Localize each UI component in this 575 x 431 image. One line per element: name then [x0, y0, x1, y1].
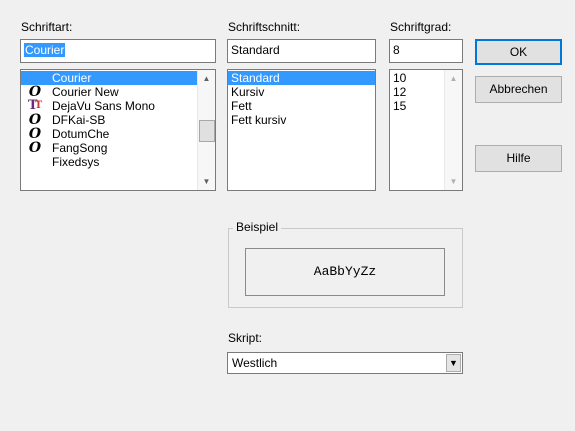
style-label: Schriftschnitt:	[228, 20, 301, 34]
scroll-down-arrow-icon[interactable]: ▼	[445, 173, 462, 190]
script-label: Skript:	[228, 331, 263, 345]
font-list-item-label: DotumChe	[52, 127, 110, 141]
font-list-item-courier-new[interactable]: O Courier New	[21, 85, 215, 99]
help-button[interactable]: Hilfe	[475, 145, 562, 172]
font-list-item-label: Fixedsys	[52, 155, 100, 169]
opentype-icon: O	[28, 140, 42, 156]
font-label: Schriftart:	[21, 20, 73, 34]
sample-preview: AaBbYyZz	[245, 248, 445, 296]
scroll-up-arrow-icon[interactable]: ▲	[445, 70, 462, 87]
size-list-scrollbar[interactable]: ▲ ▼	[444, 70, 462, 190]
scroll-down-arrow-icon[interactable]: ▼	[198, 173, 215, 190]
font-list-item-label: FangSong	[52, 141, 108, 155]
font-list[interactable]: Courier O Courier New TT DejaVu Sans Mon…	[20, 69, 216, 191]
opentype-icon: O	[28, 84, 42, 100]
truetype-icon: TT	[28, 98, 43, 113]
style-list-item-fett-kursiv[interactable]: Fett kursiv	[228, 113, 375, 127]
size-input-text: 8	[393, 43, 400, 57]
ok-button[interactable]: OK	[475, 39, 562, 65]
style-list-item-kursiv[interactable]: Kursiv	[228, 85, 375, 99]
size-label: Schriftgrad:	[390, 20, 452, 34]
font-list-item-label: Courier	[52, 71, 92, 85]
sample-group-title: Beispiel	[233, 220, 282, 234]
font-list-item-fixedsys[interactable]: Fixedsys	[21, 155, 215, 169]
font-list-item-dfkai-sb[interactable]: O DFKai-SB	[21, 113, 215, 127]
font-dialog: Schriftart: Courier Courier O Courier Ne…	[0, 0, 575, 431]
font-list-item-label: DejaVu Sans Mono	[52, 99, 155, 113]
font-input[interactable]: Courier	[20, 39, 216, 63]
font-list-item-label: DFKai-SB	[52, 113, 106, 127]
font-input-text: Courier	[24, 43, 66, 57]
style-list[interactable]: Standard Kursiv Fett Fett kursiv	[227, 69, 376, 191]
font-list-item-fangsong[interactable]: O FangSong	[21, 141, 215, 155]
size-input[interactable]: 8	[389, 39, 463, 63]
font-list-item-label: Courier New	[52, 85, 119, 99]
style-input[interactable]: Standard	[227, 39, 376, 63]
font-list-item-dotumche[interactable]: O DotumChe	[21, 127, 215, 141]
chevron-down-icon[interactable]: ▼	[446, 354, 461, 372]
style-list-item-standard[interactable]: Standard	[228, 71, 375, 85]
scroll-thumb[interactable]	[199, 120, 215, 142]
style-input-text: Standard	[231, 43, 280, 57]
scroll-up-arrow-icon[interactable]: ▲	[198, 70, 215, 87]
script-select-value: Westlich	[232, 356, 278, 370]
cancel-button[interactable]: Abbrechen	[475, 76, 562, 103]
font-list-item-courier[interactable]: Courier	[21, 71, 215, 85]
font-list-scrollbar[interactable]: ▲ ▼	[197, 70, 215, 190]
opentype-icon: O	[28, 126, 42, 142]
style-list-item-fett[interactable]: Fett	[228, 99, 375, 113]
size-list[interactable]: 10 12 15 ▲ ▼	[389, 69, 463, 191]
opentype-icon: O	[28, 112, 42, 128]
script-select[interactable]: Westlich ▼	[227, 352, 463, 374]
font-list-item-dejavu-sans-mono[interactable]: TT DejaVu Sans Mono	[21, 98, 215, 114]
